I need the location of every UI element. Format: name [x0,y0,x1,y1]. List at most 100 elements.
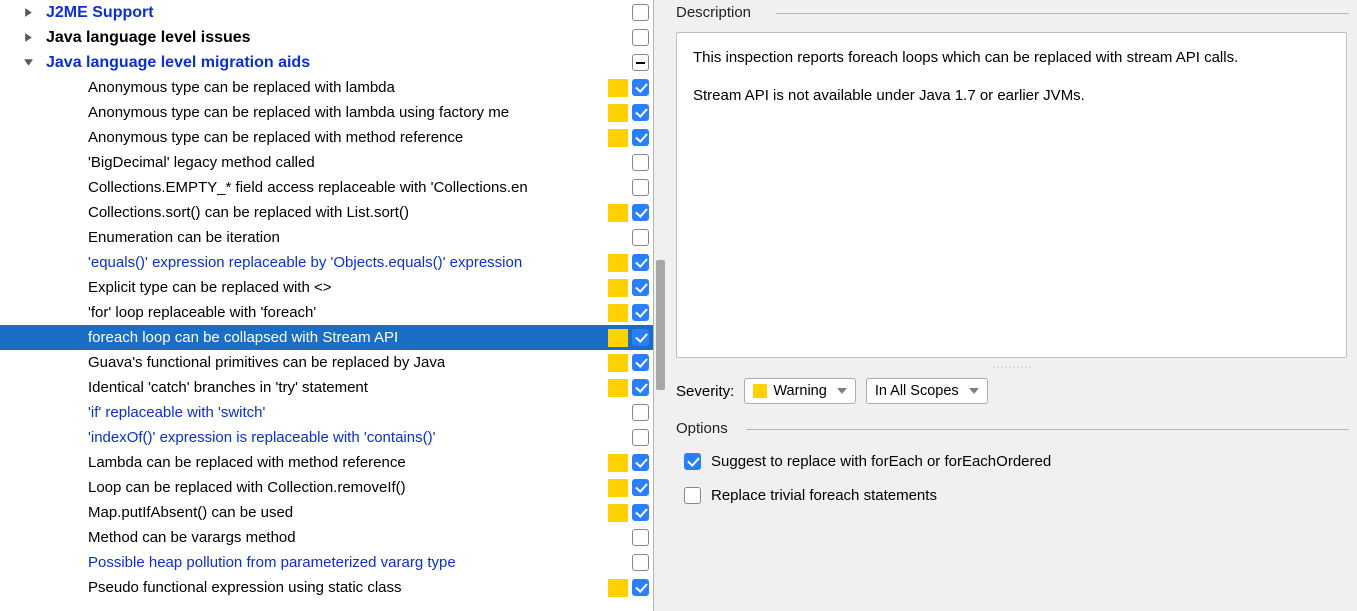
tree-group[interactable]: Java language level issues [0,25,653,50]
severity-swatch [753,384,767,398]
separator-line [776,13,1349,14]
severity-marker [608,79,628,97]
group-label: Java language level migration aids [46,54,310,72]
item-label: 'equals()' expression replaceable by 'Ob… [88,250,522,275]
tree-item[interactable]: Anonymous type can be replaced with meth… [0,125,653,150]
scope-dropdown[interactable]: In All Scopes [866,378,988,404]
expand-icon[interactable] [22,7,34,18]
option-checkbox[interactable] [684,487,701,504]
inspections-tree[interactable]: J2ME Support Java language level issues Ja… [0,0,653,611]
item-checkbox[interactable] [632,79,649,96]
tree-item[interactable]: Collections.EMPTY_* field access replace… [0,175,653,200]
severity-marker [608,579,628,597]
item-checkbox[interactable] [632,254,649,271]
item-label: Loop can be replaced with Collection.rem… [88,475,406,500]
tree-item[interactable]: 'equals()' expression replaceable by 'Ob… [0,250,653,275]
item-checkbox[interactable] [632,404,649,421]
severity-label: Severity: [676,383,734,400]
tree-item[interactable]: Pseudo functional expression using stati… [0,575,653,600]
severity-marker [608,254,628,272]
item-checkbox[interactable] [632,104,649,121]
tree-group[interactable]: Java language level migration aids [0,50,653,75]
item-checkbox[interactable] [632,429,649,446]
item-checkbox[interactable] [632,354,649,371]
item-checkbox[interactable] [632,229,649,246]
tree-item[interactable]: foreach loop can be collapsed with Strea… [0,325,653,350]
tree-item[interactable]: 'BigDecimal' legacy method called [0,150,653,175]
item-label: foreach loop can be collapsed with Strea… [88,325,398,350]
item-checkbox[interactable] [632,504,649,521]
severity-row: Severity: Warning In All Scopes [666,372,1357,416]
group-checkbox[interactable] [632,54,649,71]
item-label: 'BigDecimal' legacy method called [88,150,315,175]
item-label: 'if' replaceable with 'switch' [88,400,265,425]
description-box: This inspection reports foreach loops wh… [676,32,1347,358]
severity-marker [608,279,628,297]
item-checkbox[interactable] [632,529,649,546]
item-checkbox[interactable] [632,204,649,221]
item-checkbox[interactable] [632,579,649,596]
group-checkbox[interactable] [632,4,649,21]
options-title: Options [676,420,736,437]
tree-item[interactable]: Collections.sort() can be replaced with … [0,200,653,225]
severity-marker [608,304,628,322]
option-label: Suggest to replace with forEach or forEa… [711,453,1051,470]
tree-item[interactable]: Enumeration can be iteration [0,225,653,250]
item-label: Identical 'catch' branches in 'try' stat… [88,375,368,400]
tree-item[interactable]: Identical 'catch' branches in 'try' stat… [0,375,653,400]
item-checkbox[interactable] [632,304,649,321]
item-checkbox[interactable] [632,379,649,396]
severity-marker [608,454,628,472]
chevron-down-icon [969,388,979,394]
item-label: Collections.EMPTY_* field access replace… [88,175,528,200]
tree-item[interactable]: Loop can be replaced with Collection.rem… [0,475,653,500]
severity-marker [608,354,628,372]
vertical-scrollbar[interactable] [653,0,666,611]
tree-item[interactable]: Anonymous type can be replaced with lamb… [0,100,653,125]
item-checkbox[interactable] [632,479,649,496]
tree-item[interactable]: Guava's functional primitives can be rep… [0,350,653,375]
option-replace-trivial[interactable]: Replace trivial foreach statements [676,478,1347,512]
tree-item[interactable]: Lambda can be replaced with method refer… [0,450,653,475]
item-label: Collections.sort() can be replaced with … [88,200,409,225]
tree-item[interactable]: 'for' loop replaceable with 'foreach' [0,300,653,325]
tree-item[interactable]: Possible heap pollution from parameteriz… [0,550,653,575]
severity-marker [608,479,628,497]
expand-icon[interactable] [22,32,34,43]
severity-marker [608,129,628,147]
item-label: Map.putIfAbsent() can be used [88,500,293,525]
item-label: Method can be varargs method [88,525,296,550]
description-title: Description [676,4,759,21]
item-checkbox[interactable] [632,279,649,296]
option-label: Replace trivial foreach statements [711,487,937,504]
expand-icon[interactable] [22,57,34,68]
severity-marker [608,104,628,122]
item-label: Guava's functional primitives can be rep… [88,350,445,375]
severity-dropdown[interactable]: Warning [744,378,855,404]
group-checkbox[interactable] [632,29,649,46]
item-checkbox[interactable] [632,154,649,171]
tree-item[interactable]: Map.putIfAbsent() can be used [0,500,653,525]
options-box: Suggest to replace with forEach or forEa… [666,440,1357,512]
group-label: Java language level issues [46,29,251,47]
item-label: Lambda can be replaced with method refer… [88,450,406,475]
item-label: Pseudo functional expression using stati… [88,575,402,600]
item-checkbox[interactable] [632,454,649,471]
tree-item[interactable]: 'if' replaceable with 'switch' [0,400,653,425]
scrollbar-thumb[interactable] [656,260,665,390]
tree-item[interactable]: Explicit type can be replaced with <> [0,275,653,300]
tree-group[interactable]: J2ME Support [0,0,653,25]
description-header: Description [666,0,1357,24]
item-checkbox[interactable] [632,554,649,571]
item-checkbox[interactable] [632,129,649,146]
option-suggest-foreach[interactable]: Suggest to replace with forEach or forEa… [676,444,1347,478]
options-header: Options [666,416,1357,440]
tree-item[interactable]: Anonymous type can be replaced with lamb… [0,75,653,100]
resize-handle[interactable] [666,362,1357,372]
option-checkbox[interactable] [684,453,701,470]
tree-item[interactable]: Method can be varargs method [0,525,653,550]
item-checkbox[interactable] [632,179,649,196]
tree-item[interactable]: 'indexOf()' expression is replaceable wi… [0,425,653,450]
item-checkbox[interactable] [632,329,649,346]
group-label: J2ME Support [46,4,154,22]
